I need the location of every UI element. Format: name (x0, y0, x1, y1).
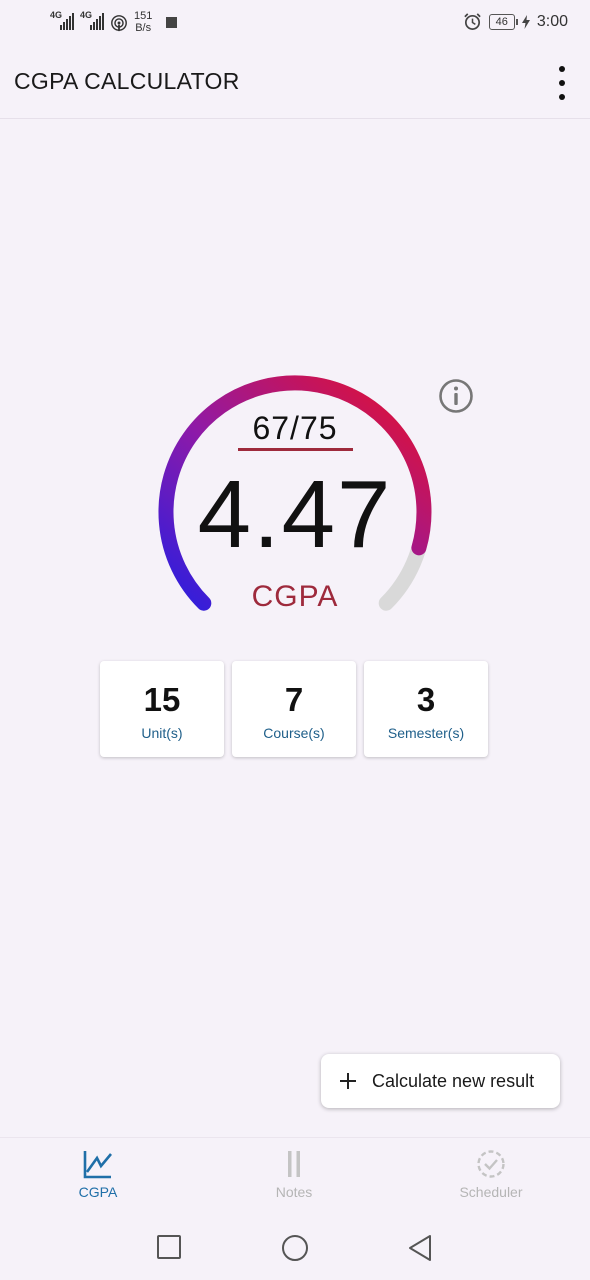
speed-unit: B/s (135, 22, 152, 34)
cgpa-gauge: 67/75 4.47 CGPA (150, 370, 440, 630)
stats-cards: 15 Unit(s) 7 Course(s) 3 Semester(s) (100, 661, 488, 757)
signal-1-icon: 4G (50, 10, 74, 30)
courses-card: 7 Course(s) (232, 661, 356, 757)
fraction-underline (238, 448, 353, 451)
plus-icon (340, 1073, 356, 1089)
nav-item-cgpa[interactable]: CGPA (38, 1148, 158, 1200)
courses-label: Course(s) (263, 725, 325, 741)
nav-item-scheduler[interactable]: Scheduler (431, 1148, 551, 1200)
battery-icon: 46 (488, 13, 519, 30)
scheduler-check-icon (477, 1150, 505, 1178)
network-type-1: 4G (50, 10, 63, 20)
notification-square-icon (166, 17, 178, 28)
units-value: 15 (143, 681, 181, 718)
network-type-2: 4G (80, 10, 93, 20)
semesters-value: 3 (416, 681, 436, 718)
cgpa-value: 4.47 (197, 461, 393, 568)
points-fraction: 67/75 (252, 410, 338, 446)
nav-label-scheduler: Scheduler (459, 1184, 523, 1200)
system-navigation-bar (0, 1217, 590, 1280)
back-icon[interactable] (407, 1234, 433, 1262)
notes-icon (288, 1151, 300, 1177)
chart-line-icon (83, 1151, 112, 1179)
network-speed: 151 B/s (134, 10, 152, 34)
semesters-label: Semester(s) (387, 725, 465, 741)
speed-value: 151 (134, 10, 153, 22)
units-label: Unit(s) (141, 725, 183, 741)
hotspot-icon (111, 15, 127, 32)
app-bar: CGPA CALCULATOR (0, 46, 590, 119)
calculate-new-result-button[interactable]: Calculate new result (321, 1054, 560, 1108)
alarm-icon (463, 13, 481, 30)
courses-value: 7 (284, 681, 304, 718)
cgpa-label: CGPA (251, 580, 339, 613)
signal-2-icon: 4G (80, 10, 104, 30)
status-left: 4G 4G 151 B/s (50, 10, 178, 34)
status-bar: 4G 4G 151 B/s 46 3:00 (0, 0, 590, 46)
app-title: CGPA CALCULATOR (14, 68, 240, 94)
status-right: 46 3:00 (463, 12, 568, 31)
calculate-button-label: Calculate new result (372, 1070, 535, 1091)
info-icon[interactable] (438, 378, 474, 414)
bottom-navigation: CGPA Notes Scheduler (0, 1137, 590, 1218)
nav-item-notes[interactable]: Notes (234, 1148, 354, 1200)
clock: 3:00 (536, 12, 568, 30)
more-vert-icon[interactable] (556, 66, 568, 100)
nav-label-cgpa: CGPA (78, 1184, 118, 1200)
home-icon[interactable] (281, 1234, 309, 1262)
nav-label-notes: Notes (275, 1184, 313, 1200)
recent-apps-icon[interactable] (156, 1234, 182, 1260)
semesters-card: 3 Semester(s) (364, 661, 488, 757)
units-card: 15 Unit(s) (100, 661, 224, 757)
charging-bolt-icon (521, 14, 530, 29)
